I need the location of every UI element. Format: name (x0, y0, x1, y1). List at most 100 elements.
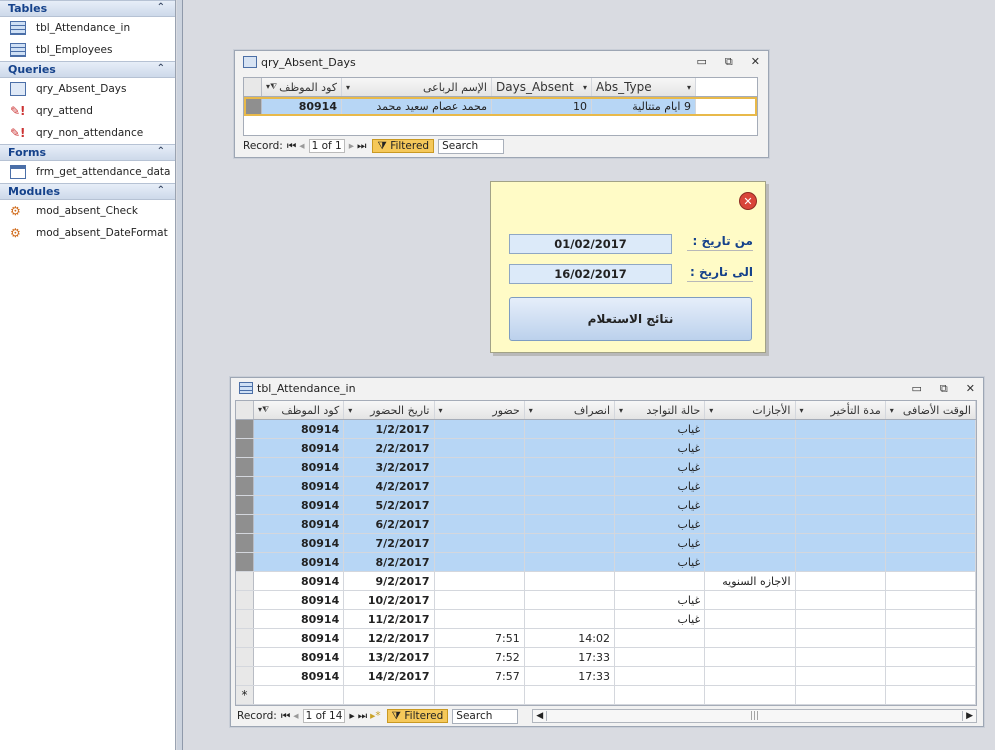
row-selector[interactable] (236, 610, 254, 628)
row-selector[interactable] (236, 458, 254, 476)
cell-delay[interactable] (795, 439, 886, 457)
cell-code[interactable]: 80914 (254, 496, 345, 514)
cell-code[interactable]: 80914 (254, 477, 345, 495)
cell-leave[interactable] (705, 648, 796, 666)
cell-delay[interactable] (796, 610, 886, 628)
cell-date[interactable]: 4/2/2017 (344, 477, 435, 495)
cell-days-absent[interactable]: 10 (492, 97, 592, 115)
cell-status[interactable] (615, 629, 706, 647)
col-header-days-absent[interactable]: Days_Absent ▾ (492, 78, 592, 96)
cell-status[interactable]: غياب (615, 420, 706, 438)
search-input[interactable]: Search (438, 138, 505, 154)
filter-toggle[interactable]: ⧩ Filtered (386, 709, 449, 723)
cell-in[interactable] (434, 458, 525, 476)
cell-delay[interactable] (795, 534, 886, 552)
cell-delay[interactable] (796, 648, 886, 666)
cell-out[interactable] (525, 572, 615, 590)
cell-status[interactable] (615, 667, 706, 685)
cell-name[interactable]: محمد عصام سعيد محمد (342, 97, 492, 115)
table-row[interactable]: 80914 4/2/2017 غياب (236, 477, 976, 496)
close-icon[interactable]: ✕ (751, 55, 760, 69)
to-date-field[interactable]: 16/02/2017 (509, 264, 672, 284)
cell-delay[interactable] (795, 515, 886, 533)
cell-code[interactable]: 80914 (254, 610, 345, 628)
cell-leave[interactable] (705, 515, 796, 533)
cell-date[interactable]: 8/2/2017 (344, 553, 435, 571)
cell-in[interactable]: 7:51 (435, 629, 525, 647)
col-header-leave[interactable]: الأجازات ▾ (705, 401, 796, 419)
cell-date[interactable]: 13/2/2017 (344, 648, 435, 666)
cell-in[interactable] (434, 439, 525, 457)
cell-out[interactable] (524, 420, 615, 438)
cell-overtime[interactable] (885, 534, 976, 552)
cell-in[interactable] (435, 591, 525, 609)
cell-overtime[interactable] (886, 667, 976, 685)
first-record-icon[interactable]: ⏮ (281, 710, 290, 723)
nav-section-tables[interactable]: Tables ⌃ (0, 0, 175, 17)
collapse-icon[interactable]: ⌃ (157, 2, 165, 13)
restore-icon[interactable]: ⧉ (725, 55, 733, 69)
last-record-icon[interactable]: ⏭ (358, 710, 367, 723)
cell-leave[interactable] (705, 496, 796, 514)
nav-item-mod-absent-check[interactable]: ⚙ mod_absent_Check (0, 200, 175, 222)
cell-status[interactable]: غياب (615, 458, 706, 476)
row-selector[interactable] (236, 496, 254, 514)
cell-code[interactable]: 80914 (254, 458, 345, 476)
cell-in[interactable]: 7:52 (435, 648, 525, 666)
cell-leave[interactable] (705, 534, 796, 552)
table-row[interactable]: 80914 10/2/2017 غياب (236, 591, 976, 610)
cell-leave[interactable] (705, 629, 796, 647)
row-selector[interactable] (236, 629, 254, 647)
cell-status[interactable]: غياب (615, 439, 706, 457)
first-record-icon[interactable]: ⏮ (287, 140, 296, 153)
nav-item-frm-get-attendance-data[interactable]: frm_get_attendance_data (0, 161, 175, 183)
cell-status[interactable] (615, 572, 706, 590)
cell-delay[interactable] (795, 458, 886, 476)
cell-out[interactable] (524, 477, 615, 495)
cell-date[interactable]: 14/2/2017 (344, 667, 435, 685)
cell-overtime[interactable] (885, 477, 976, 495)
scroll-right-icon[interactable]: ▶ (962, 711, 976, 721)
cell-out[interactable] (524, 496, 615, 514)
cell-date[interactable]: 5/2/2017 (344, 496, 435, 514)
table-row[interactable]: 80914 2/2/2017 غياب (236, 439, 976, 458)
cell-date[interactable]: 7/2/2017 (344, 534, 435, 552)
cell-code[interactable]: 80914 (262, 97, 342, 115)
row-selector[interactable] (236, 667, 254, 685)
cell-out[interactable]: 17:33 (525, 648, 615, 666)
col-header-code[interactable]: كود الموظف ⧩▾ (262, 78, 342, 96)
filter-toggle[interactable]: ⧩ Filtered (372, 139, 435, 153)
cell-delay[interactable] (795, 477, 886, 495)
col-header-status[interactable]: حالة التواجد ▾ (615, 401, 706, 419)
cell-date[interactable]: 12/2/2017 (344, 629, 435, 647)
cell-overtime[interactable] (886, 610, 976, 628)
table-row[interactable]: 80914 11/2/2017 غياب (236, 610, 976, 629)
cell-delay[interactable] (795, 420, 886, 438)
cell-in[interactable] (434, 534, 525, 552)
cell-out[interactable]: 14:02 (525, 629, 615, 647)
cell-in[interactable] (434, 496, 525, 514)
collapse-icon[interactable]: ⌃ (157, 185, 165, 196)
table-row[interactable]: 80914 9/2/2017 الاجازه السنويه (236, 572, 976, 591)
cell-date[interactable]: 1/2/2017 (344, 420, 435, 438)
table-row[interactable]: 80914 8/2/2017 غياب (236, 553, 976, 572)
cell-status[interactable]: غياب (615, 591, 706, 609)
cell-in[interactable] (435, 572, 525, 590)
table-row[interactable]: 80914 13/2/2017 7:52 17:33 (236, 648, 976, 667)
table-row[interactable]: 80914 12/2/2017 7:51 14:02 (236, 629, 976, 648)
cell-leave[interactable]: الاجازه السنويه (705, 572, 796, 590)
cell-status[interactable]: غياب (615, 553, 706, 571)
cell-overtime[interactable] (885, 496, 976, 514)
col-header-abs-type[interactable]: Abs_Type ▾ (592, 78, 696, 96)
scroll-left-icon[interactable]: ◀ (533, 711, 548, 721)
cell-date[interactable]: 3/2/2017 (344, 458, 435, 476)
cell-delay[interactable] (796, 591, 886, 609)
select-all[interactable] (244, 78, 262, 96)
cell-code[interactable]: 80914 (254, 648, 345, 666)
query-datasheet[interactable]: كود الموظف ⧩▾ الإسم الرباعى ▾ Days_Absent ▾… (243, 77, 758, 136)
table-window-titlebar[interactable]: tbl_Attendance_in ▭ ⧉ ✕ (231, 378, 983, 398)
cell-status[interactable]: غياب (615, 477, 706, 495)
cell-out[interactable]: 17:33 (525, 667, 615, 685)
cell-date[interactable]: 11/2/2017 (344, 610, 435, 628)
cell-in[interactable] (435, 610, 525, 628)
